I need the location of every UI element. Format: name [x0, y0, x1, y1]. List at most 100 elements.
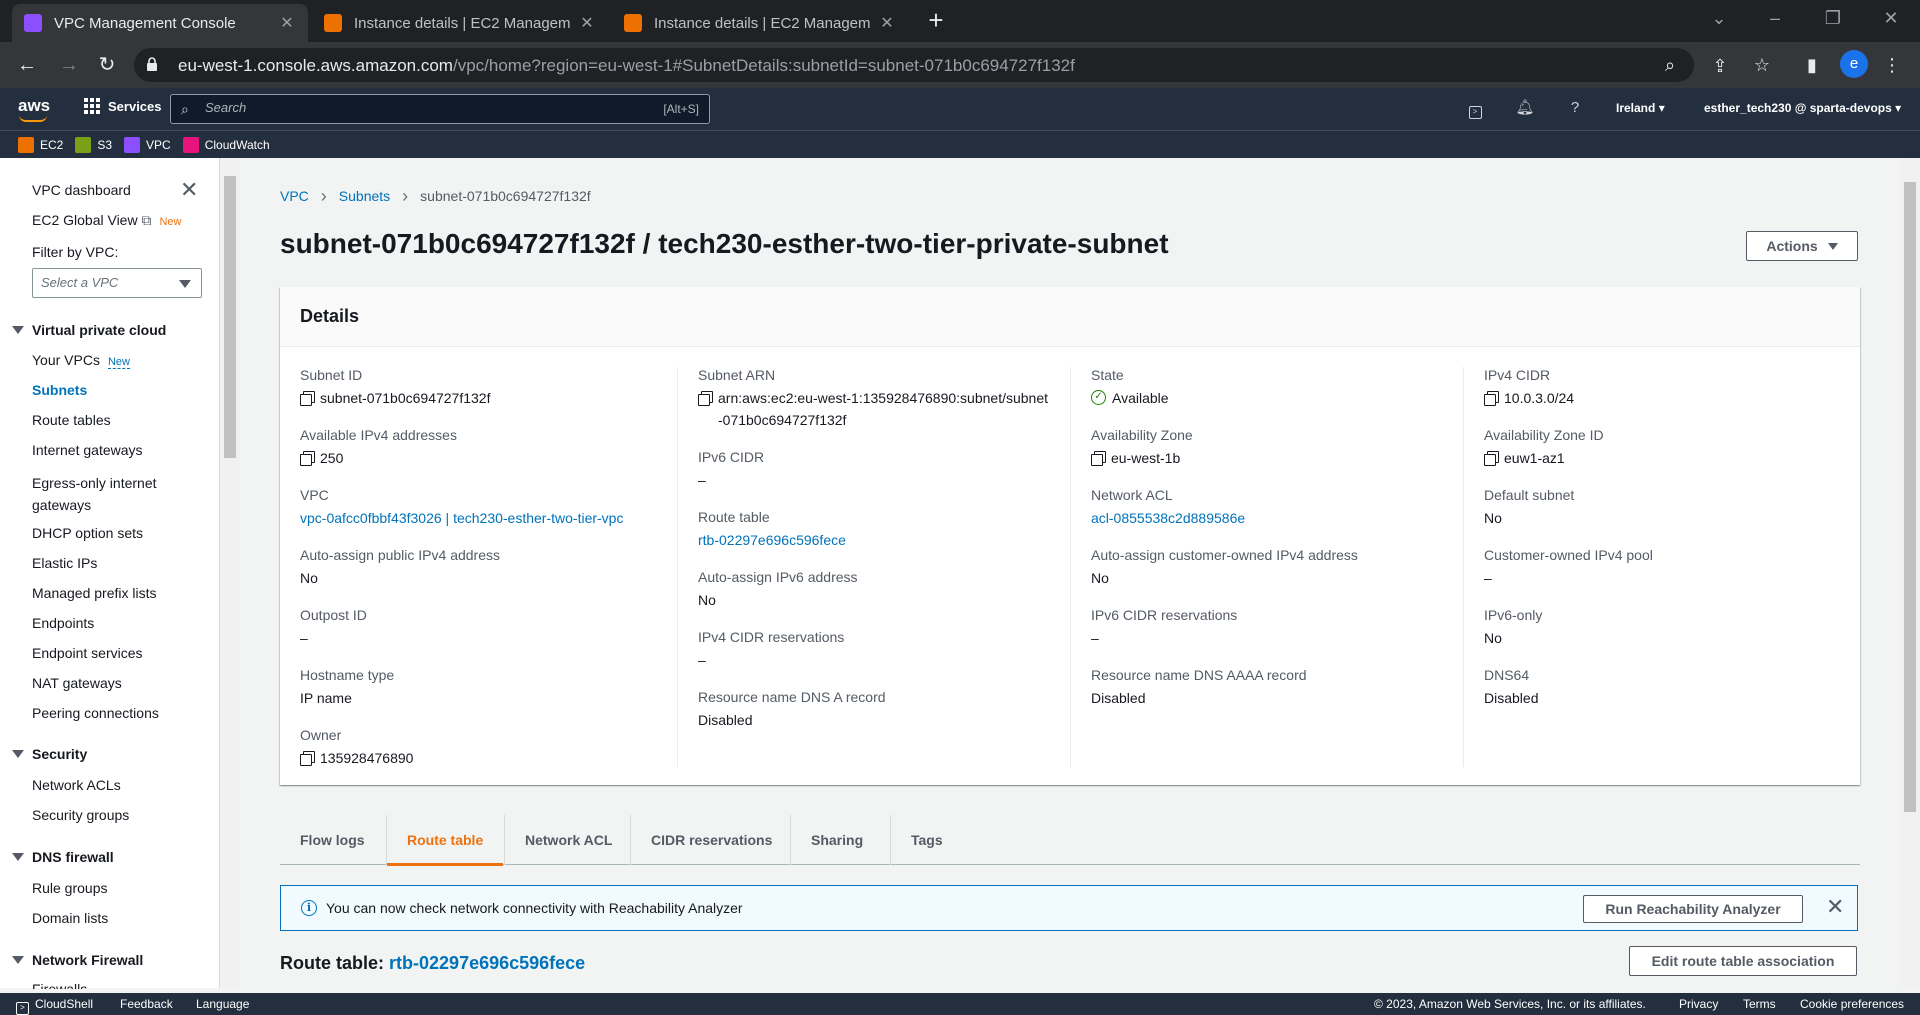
profile-avatar[interactable]: e: [1840, 50, 1868, 78]
sidebar-item-route-tables[interactable]: Route tables: [32, 412, 111, 428]
chevron-right-icon: ›: [402, 186, 409, 206]
favorite-s3[interactable]: S3: [75, 136, 112, 153]
vpc-link[interactable]: vpc-0afcc0fbbf43f3026 | tech230-esther-t…: [300, 507, 660, 529]
tab-search-chevron-icon[interactable]: ⌄: [1704, 8, 1734, 29]
tab-flow-logs[interactable]: Flow logs: [280, 815, 385, 865]
sidebar-item-security-groups[interactable]: Security groups: [32, 807, 129, 823]
help-icon[interactable]: ?: [1564, 98, 1586, 120]
copy-icon[interactable]: [1484, 391, 1499, 406]
side-panel-icon[interactable]: ▮: [1800, 55, 1824, 76]
close-tab-icon[interactable]: ✕: [578, 13, 596, 33]
edit-route-table-association-button[interactable]: Edit route table association: [1629, 946, 1857, 976]
sidebar-item-peering-connections[interactable]: Peering connections: [32, 705, 159, 721]
sidebar-section-virtual-private-cloud[interactable]: Virtual private cloud: [12, 322, 166, 338]
tab-sharing[interactable]: Sharing: [790, 815, 883, 865]
browser-tab-ec2-instance-1[interactable]: Instance details | EC2 Management Consol…: [312, 4, 608, 42]
favorite-vpc[interactable]: VPC: [124, 136, 171, 153]
tab-network-acl[interactable]: Network ACL: [504, 815, 632, 865]
region-selector[interactable]: Ireland ▾: [1616, 101, 1665, 115]
browser-tab-ec2-instance-2[interactable]: Instance details | EC2 Management Consol…: [612, 4, 908, 42]
copy-icon[interactable]: [1484, 451, 1499, 466]
main-scrollbar[interactable]: [1900, 158, 1920, 988]
field-availability-zone-id: Availability Zone ID euw1-az1: [1484, 427, 1604, 466]
address-bar[interactable]: eu-west-1.console.aws.amazon.com/vpc/hom…: [134, 48, 1694, 82]
sidebar-item-egress-only-internet-gateways[interactable]: Egress-only internet gateways: [32, 472, 182, 516]
feedback-link[interactable]: Feedback: [120, 997, 173, 1011]
sidebar-item-subnets[interactable]: Subnets: [32, 382, 87, 398]
caret-down-icon: [12, 326, 24, 334]
close-sidebar-icon[interactable]: ✕: [180, 179, 198, 201]
share-icon[interactable]: ⇪: [1708, 56, 1732, 77]
favorite-ec2[interactable]: EC2: [18, 136, 63, 153]
browser-tab-vpc-console[interactable]: VPC Management Console ✕: [12, 4, 308, 42]
sidebar-item-managed-prefix-lists[interactable]: Managed prefix lists: [32, 585, 157, 601]
sidebar-section-dns-firewall[interactable]: DNS firewall: [12, 849, 114, 865]
sidebar-item-vpc-dashboard[interactable]: VPC dashboard: [32, 182, 131, 198]
route-table-id-link[interactable]: rtb-02297e696c596fece: [389, 953, 585, 973]
close-window-icon[interactable]: ✕: [1876, 8, 1906, 29]
sidebar-item-internet-gateways[interactable]: Internet gateways: [32, 442, 143, 458]
sidebar-item-elastic-ips[interactable]: Elastic IPs: [32, 555, 97, 571]
services-menu-button[interactable]: Services: [84, 98, 162, 114]
tab-cidr-reservations[interactable]: CIDR reservations: [630, 815, 792, 865]
subnet-tabs: Flow logs Route table Network ACL CIDR r…: [280, 815, 1860, 866]
cloudshell-link[interactable]: > CloudShell: [16, 997, 93, 1015]
vpc-filter-select[interactable]: Select a VPC: [32, 268, 202, 298]
copy-icon[interactable]: [698, 391, 713, 406]
sidebar-item-firewalls[interactable]: Firewalls: [32, 981, 87, 989]
copyright-text: © 2023, Amazon Web Services, Inc. or its…: [1374, 997, 1646, 1011]
network-acl-link[interactable]: acl-0855538c2d889586e: [1091, 507, 1451, 529]
tab-tags[interactable]: Tags: [890, 815, 963, 865]
sidebar-item-endpoints[interactable]: Endpoints: [32, 615, 94, 631]
sidebar-item-domain-lists[interactable]: Domain lists: [32, 910, 108, 926]
copy-icon[interactable]: [300, 451, 315, 466]
field-ipv6-cidr-reservations: IPv6 CIDR reservations –: [1091, 607, 1238, 646]
bookmark-star-icon[interactable]: ☆: [1750, 55, 1774, 76]
reload-icon[interactable]: ↻: [92, 50, 122, 80]
account-menu[interactable]: esther_tech230 @ sparta-devops ▾: [1704, 101, 1901, 115]
favorite-cloudwatch[interactable]: CloudWatch: [182, 136, 270, 153]
field-dns-aaaa-record: Resource name DNS AAAA record Disabled: [1091, 667, 1307, 706]
cloudshell-icon[interactable]: >: [1464, 98, 1486, 120]
privacy-link[interactable]: Privacy: [1679, 997, 1718, 1011]
notifications-bell-icon[interactable]: 🔔︎: [1514, 98, 1536, 120]
sidebar-section-security[interactable]: Security: [12, 746, 87, 762]
url-host: eu-west-1.console.aws.amazon.com: [178, 56, 453, 75]
zoom-search-icon[interactable]: ⌕: [1658, 55, 1682, 76]
forward-arrow-icon[interactable]: →: [54, 50, 84, 80]
terms-link[interactable]: Terms: [1743, 997, 1776, 1011]
search-input[interactable]: [205, 100, 605, 115]
breadcrumb-vpc[interactable]: VPC: [280, 188, 309, 204]
field-default-subnet: Default subnet No: [1484, 487, 1575, 526]
sidebar-scrollbar[interactable]: [220, 158, 240, 988]
browser-menu-icon[interactable]: ⋮: [1880, 55, 1904, 76]
sidebar-item-endpoint-services[interactable]: Endpoint services: [32, 645, 143, 661]
sidebar-item-rule-groups[interactable]: Rule groups: [32, 880, 108, 896]
minimize-window-icon[interactable]: –: [1760, 8, 1790, 29]
sidebar-item-nat-gateways[interactable]: NAT gateways: [32, 675, 122, 691]
sidebar-item-network-acls[interactable]: Network ACLs: [32, 777, 121, 793]
run-reachability-analyzer-button[interactable]: Run Reachability Analyzer: [1583, 895, 1803, 923]
close-tab-icon[interactable]: ✕: [878, 13, 896, 33]
copy-icon[interactable]: [1091, 451, 1106, 466]
restore-window-icon[interactable]: ❐: [1818, 8, 1848, 29]
cookie-preferences-link[interactable]: Cookie preferences: [1800, 997, 1904, 1011]
sidebar-item-ec2-global-view[interactable]: EC2 Global View ⧉ New: [32, 212, 181, 229]
route-table-link[interactable]: rtb-02297e696c596fece: [698, 529, 1058, 551]
breadcrumb-subnets[interactable]: Subnets: [339, 188, 390, 204]
lock-icon: [147, 57, 157, 71]
actions-button[interactable]: Actions: [1746, 231, 1858, 261]
copy-icon[interactable]: [300, 751, 315, 766]
sidebar-section-network-firewall[interactable]: Network Firewall: [12, 952, 143, 968]
close-icon[interactable]: ✕: [1826, 894, 1844, 920]
new-tab-button[interactable]: +: [922, 6, 950, 34]
tab-route-table[interactable]: Route table: [386, 815, 504, 866]
language-link[interactable]: Language: [196, 997, 249, 1011]
sidebar-item-your-vpcs[interactable]: Your VPCs New: [32, 352, 130, 369]
copy-icon[interactable]: [300, 391, 315, 406]
back-arrow-icon[interactable]: ←: [12, 50, 42, 80]
aws-logo[interactable]: aws: [18, 96, 50, 122]
sidebar-item-dhcp-option-sets[interactable]: DHCP option sets: [32, 525, 143, 541]
search-box[interactable]: ⌕ [Alt+S]: [170, 94, 710, 124]
close-tab-icon[interactable]: ✕: [278, 13, 296, 33]
